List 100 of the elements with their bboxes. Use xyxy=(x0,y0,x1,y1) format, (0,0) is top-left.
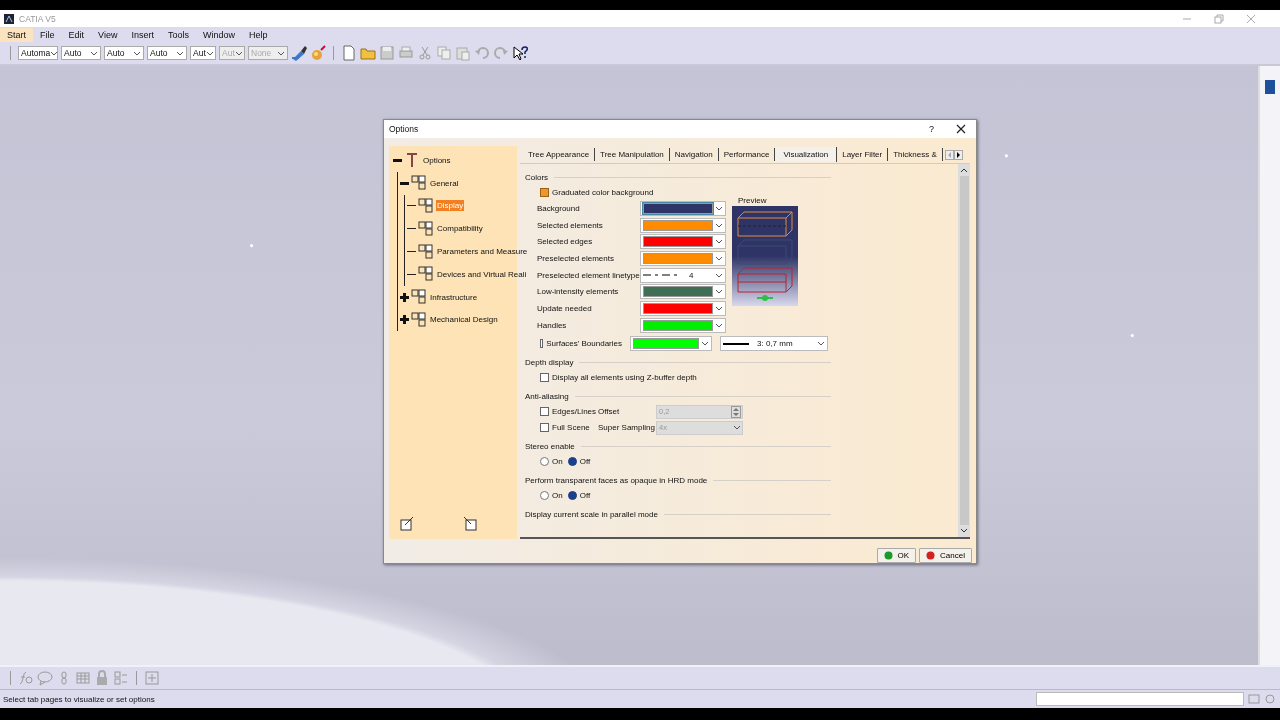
dropdown[interactable]: Auto xyxy=(61,46,101,60)
speech-bubble-icon[interactable] xyxy=(37,670,53,686)
zoom-icon[interactable] xyxy=(1264,693,1276,705)
import-settings-icon[interactable] xyxy=(462,515,478,531)
settings-page-icon xyxy=(411,289,427,306)
tree-item[interactable]: Parameters and Measure xyxy=(436,246,529,258)
caret-icon xyxy=(715,221,723,229)
section-title: Colors xyxy=(525,172,549,182)
tab[interactable]: Tree Appearance xyxy=(523,148,596,161)
caret-icon xyxy=(817,340,825,347)
scrollbar[interactable] xyxy=(958,164,970,537)
ok-button[interactable]: OK xyxy=(876,548,917,563)
line-thickness-icon xyxy=(723,341,749,346)
dropdown[interactable]: Auto xyxy=(147,46,187,60)
export-settings-icon[interactable] xyxy=(399,515,415,531)
ball-icon[interactable] xyxy=(310,45,326,61)
view-icon[interactable] xyxy=(1248,693,1260,705)
radio-button[interactable]: On xyxy=(540,457,563,466)
menu-item[interactable]: Edit xyxy=(61,27,92,42)
fit-all-icon[interactable] xyxy=(144,670,160,686)
tab[interactable]: Tree Manipulation xyxy=(595,148,670,161)
caret-icon xyxy=(133,49,141,57)
tab[interactable]: Navigation xyxy=(669,148,719,161)
dropdown[interactable] xyxy=(640,200,726,216)
tree-item[interactable]: Options xyxy=(422,154,452,166)
status-text: Select tab pages to visualize or set options xyxy=(3,694,155,704)
tab[interactable]: Layer Filter xyxy=(837,148,889,161)
help-button[interactable]: ? xyxy=(929,124,934,134)
settings-page-icon xyxy=(418,266,434,283)
paste-icon[interactable] xyxy=(455,45,471,61)
undo-icon[interactable] xyxy=(474,45,490,61)
spin-arrows-icon xyxy=(731,405,741,418)
field-label: Update needed xyxy=(537,303,593,313)
menu-item[interactable]: Tools xyxy=(160,27,196,42)
radio-button[interactable]: Off xyxy=(567,457,591,466)
new-document-icon[interactable] xyxy=(341,45,357,61)
close-icon[interactable] xyxy=(956,124,966,134)
section-title: Anti-aliasing xyxy=(525,392,569,401)
menu-item[interactable]: Start xyxy=(0,27,33,42)
field-label: Offset xyxy=(598,407,621,416)
cancel-button[interactable]: Cancel xyxy=(919,548,972,563)
menu-item[interactable]: Window xyxy=(195,27,242,42)
caret-icon xyxy=(90,49,98,57)
caret-icon xyxy=(733,424,741,431)
list-icon[interactable] xyxy=(113,670,129,686)
caret-icon xyxy=(234,49,243,57)
checkbox[interactable]: Surfaces' Boundaries xyxy=(540,335,622,352)
menu-item[interactable]: Insert xyxy=(124,27,161,42)
tree-item[interactable]: Devices and Virtual Reali xyxy=(436,268,528,280)
print-icon[interactable] xyxy=(398,45,414,61)
section-title: Perform transparent faces as opaque in HRD mode xyxy=(525,476,708,485)
field-label: Handles xyxy=(537,320,568,330)
caret-icon xyxy=(715,321,723,329)
menu-item[interactable]: View xyxy=(91,27,125,42)
menu-item[interactable]: File xyxy=(33,27,62,42)
section-title: Depth display xyxy=(525,358,574,367)
caret-icon xyxy=(205,49,214,57)
brush-icon[interactable] xyxy=(291,45,307,61)
settings-page-icon xyxy=(411,175,427,192)
dropdown[interactable]: 4 xyxy=(640,267,726,283)
dropdown[interactable]: Automa xyxy=(18,46,58,60)
cut-icon[interactable] xyxy=(417,45,433,61)
scroll-right-icon[interactable] xyxy=(953,149,963,160)
expand-icon[interactable] xyxy=(400,292,409,302)
caret-icon xyxy=(715,271,723,279)
settings-page-icon xyxy=(418,243,434,260)
scroll-down-icon xyxy=(960,528,968,534)
field-label: Preselected element linetype xyxy=(537,270,640,280)
help-pointer-icon[interactable] xyxy=(512,45,528,61)
table-icon[interactable] xyxy=(75,670,91,686)
tree-item[interactable]: Mechanical Design xyxy=(429,314,499,326)
formula-icon[interactable] xyxy=(18,670,34,686)
menu-item[interactable]: Help xyxy=(241,27,275,42)
section-title: Display current scale in parallel mode xyxy=(525,510,658,519)
expand-icon[interactable] xyxy=(400,315,409,325)
folder-icon[interactable] xyxy=(360,45,376,61)
dropdown[interactable]: 3: 0,7 mm xyxy=(720,336,828,351)
dropdown[interactable]: Aut xyxy=(190,46,216,60)
section-title: Stereo enable xyxy=(525,442,575,451)
radio-button[interactable]: On xyxy=(540,491,563,500)
lock-icon[interactable] xyxy=(94,670,110,686)
dropdown[interactable]: Auto xyxy=(104,46,144,60)
dropdown[interactable] xyxy=(640,284,726,300)
restore-icon[interactable] xyxy=(1214,13,1224,24)
settings-page-icon xyxy=(418,220,434,237)
radio-button[interactable]: Off xyxy=(567,491,591,500)
save-icon[interactable] xyxy=(379,45,395,61)
tree-item[interactable]: Infrastructure xyxy=(429,291,479,303)
tab[interactable]: Visualization xyxy=(775,147,838,162)
command-input[interactable] xyxy=(1036,692,1244,706)
field-label: Selected edges xyxy=(537,237,594,247)
tab[interactable]: Thickness & xyxy=(888,148,943,161)
scroll-up-icon xyxy=(960,167,968,173)
copy-icon[interactable] xyxy=(436,45,452,61)
tree-item[interactable]: General xyxy=(429,177,460,189)
settings-page-icon xyxy=(411,311,427,328)
tree-item[interactable]: Compatibility xyxy=(436,223,484,235)
caret-icon xyxy=(701,340,709,347)
field-label: Low-intensity elements xyxy=(537,287,620,297)
checkbox[interactable]: Display all elements using Z-buffer depth xyxy=(540,369,952,386)
